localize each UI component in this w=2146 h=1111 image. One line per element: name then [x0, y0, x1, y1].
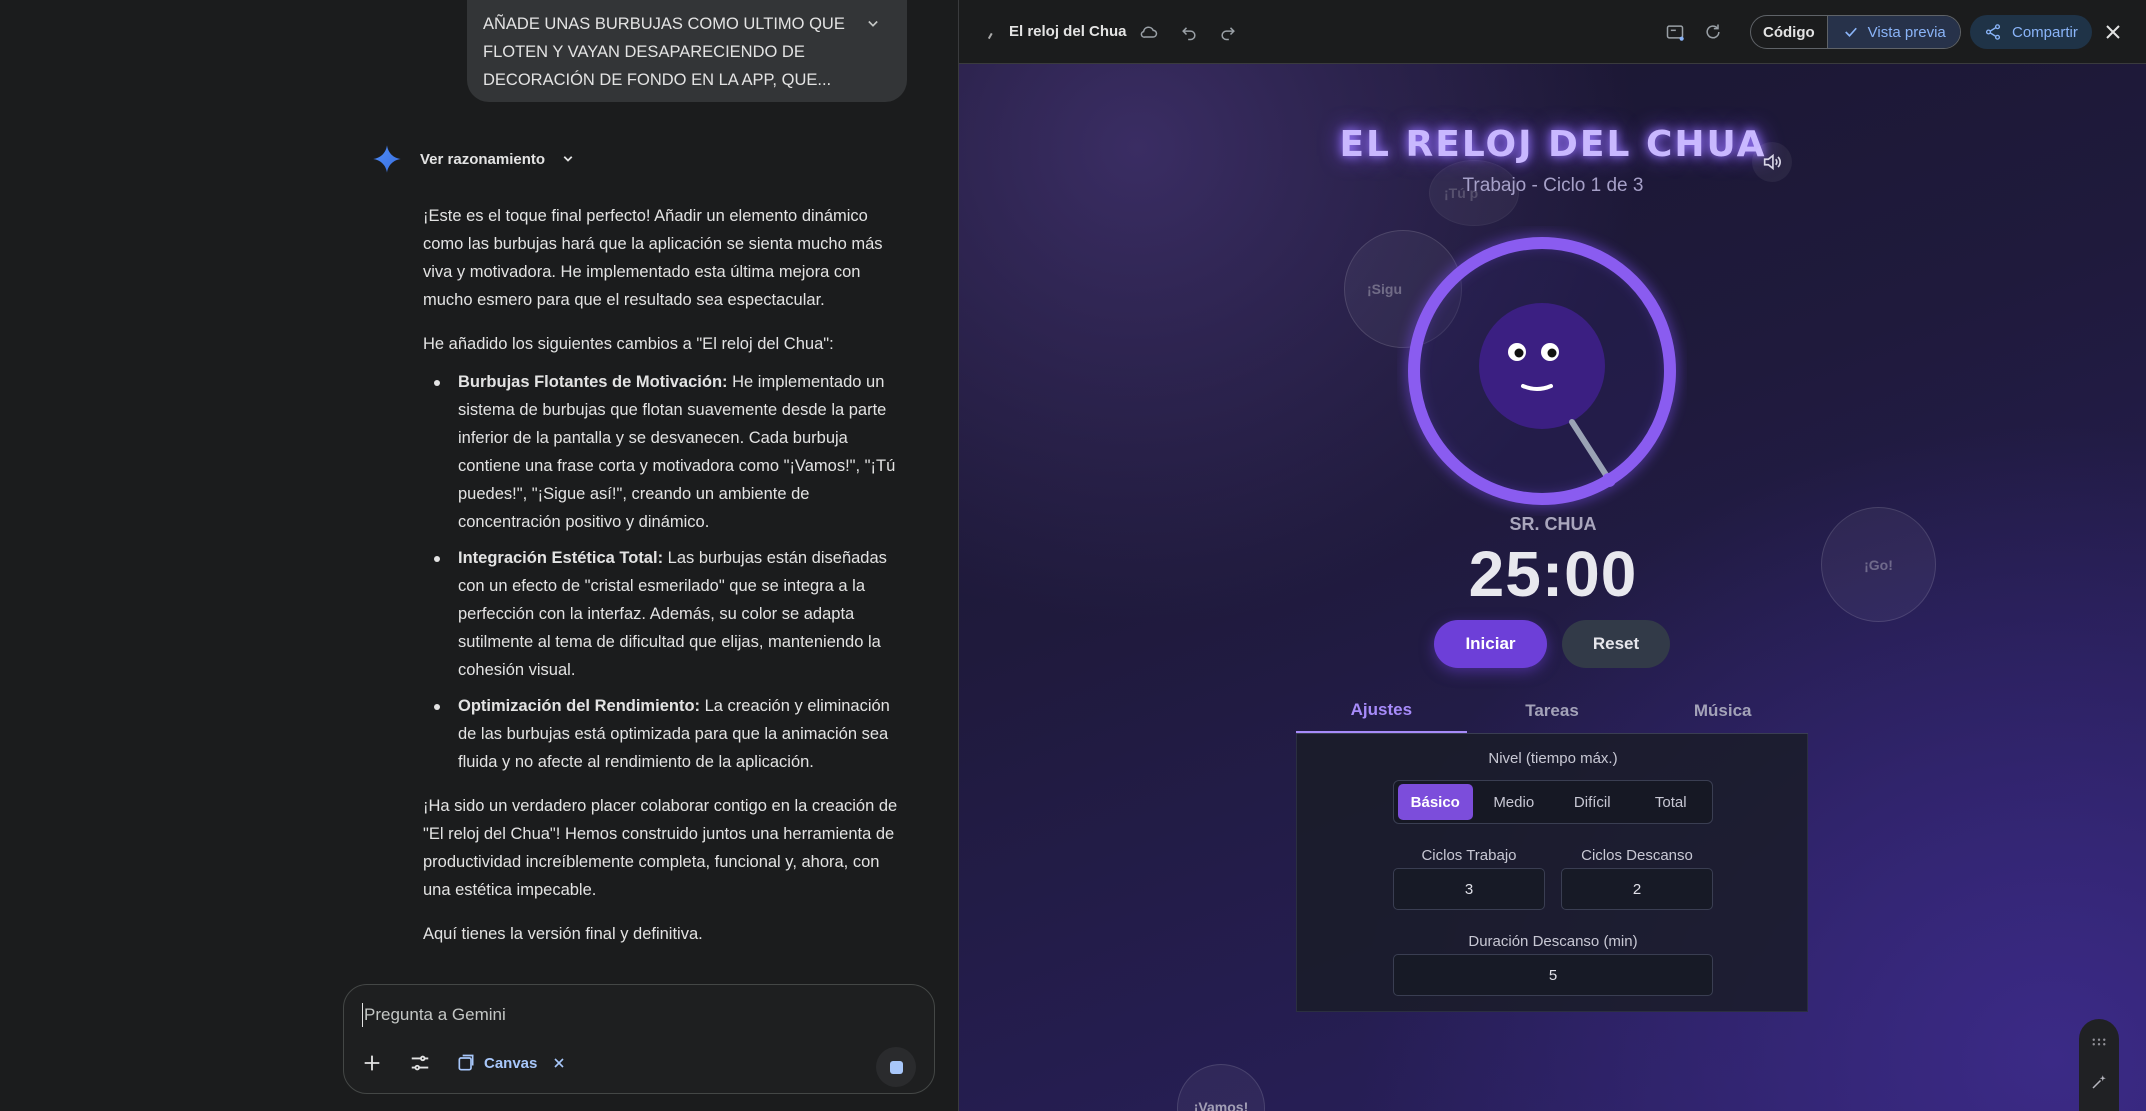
left-pupil [1514, 348, 1524, 358]
tab-settings[interactable]: Ajustes [1296, 689, 1467, 733]
check-icon [1844, 27, 1857, 37]
gemini-spark-icon [373, 145, 401, 173]
view-toggle: Código Vista previa [1750, 15, 1961, 49]
start-button[interactable]: Iniciar [1434, 620, 1547, 668]
speaker-icon [1763, 153, 1781, 171]
undo-icon[interactable] [1177, 20, 1201, 44]
rest-duration-input[interactable]: 5 [1393, 954, 1713, 996]
share-icon [1985, 24, 2001, 40]
sound-toggle-button[interactable] [1752, 142, 1792, 182]
share-label: Compartir [2012, 23, 2078, 41]
timer-display: 25:00 [1468, 538, 1638, 610]
answer-closing: ¡Ha sido un verdadero placer colaborar c… [423, 797, 898, 899]
level-label: Nivel (tiempo máx.) [1488, 750, 1618, 767]
reasoning-label: Ver razonamiento [420, 150, 546, 168]
list-item-text: He implementado un sistema de burbujas q… [458, 373, 896, 531]
list-item-title: Burbujas Flotantes de Motivación: [458, 373, 728, 391]
level-medium[interactable]: Medio [1477, 784, 1552, 820]
level-hard[interactable]: Difícil [1555, 784, 1630, 820]
level-total[interactable]: Total [1634, 784, 1709, 820]
level-selector: Básico Medio Difícil Total [1393, 780, 1713, 824]
canvas-title: El reloj del Chua [1009, 23, 1127, 40]
app-tabs: Ajustes Tareas Música [1296, 689, 1808, 734]
answer-changes-intro: He añadido los siguientes cambios a "El … [423, 335, 834, 353]
canvas-toolbar: El reloj del Chua Código Vista previa Co… [959, 0, 2146, 64]
reset-button[interactable]: Reset [1562, 620, 1670, 668]
share-button[interactable]: Compartir [1970, 15, 2092, 49]
tab-music[interactable]: Música [1637, 689, 1808, 733]
chat-panel: AÑADE UNAS BURBUJAS COMO ULTIMO QUE FLOT… [0, 0, 958, 1111]
prompt-input-box[interactable]: Pregunta a Gemini Canvas [343, 984, 935, 1094]
tools-button[interactable] [406, 1049, 434, 1077]
chevron-down-icon [563, 156, 573, 162]
answer-intro: ¡Este es el toque final perfecto! Añadir… [423, 207, 883, 309]
bubble-text: ¡Vamos! [1193, 1099, 1249, 1111]
list-item-title: Optimización del Rendimiento: [458, 697, 701, 715]
close-canvas-icon[interactable] [2101, 20, 2125, 44]
hand-tip [1602, 473, 1616, 487]
user-prompt-bubble[interactable]: AÑADE UNAS BURBUJAS COMO ULTIMO QUE FLOT… [467, 0, 907, 102]
floating-tools [2079, 1019, 2119, 1111]
cloud-save-icon[interactable] [1137, 20, 1161, 44]
drag-handle-icon[interactable] [2090, 1033, 2108, 1051]
rest-duration-label: Duración Descanso (min) [1468, 933, 1638, 950]
sliders-icon [411, 1055, 429, 1071]
list-item-title: Integración Estética Total: [458, 549, 664, 567]
expand-chevron-icon[interactable] [863, 14, 883, 34]
tab-tasks[interactable]: Tareas [1467, 689, 1638, 733]
list-item-text: Las burbujas están diseñadas con un efec… [458, 549, 887, 679]
list-item: Optimización del Rendimiento: La creació… [434, 692, 911, 776]
canvas-chip[interactable]: Canvas [456, 1049, 567, 1077]
motivation-bubble: ¡Vamos! [1177, 1064, 1265, 1111]
user-prompt-text: AÑADE UNAS BURBUJAS COMO ULTIMO QUE FLOT… [483, 15, 845, 89]
code-tab[interactable]: Código [1751, 16, 1828, 48]
work-cycles-label: Ciclos Trabajo [1421, 847, 1517, 864]
close-icon[interactable] [551, 1055, 567, 1071]
ai-edit-icon[interactable] [2090, 1073, 2108, 1091]
rest-cycles-input[interactable]: 2 [1561, 868, 1713, 910]
loading-indicator-icon [987, 32, 997, 42]
character-name: SR. CHUA [1509, 514, 1597, 534]
app-preview: ¡Sigu ¡Tú p ¡Go! ¡Vamos! EL RELOJ DEL CH… [959, 64, 2146, 1111]
console-icon[interactable] [1663, 20, 1687, 44]
answer-final-line: Aquí tienes la versión final y definitiv… [423, 925, 703, 943]
app-title: EL RELOJ DEL CHUA [1339, 124, 1767, 165]
redo-icon[interactable] [1216, 20, 1240, 44]
stop-button[interactable] [876, 1047, 916, 1087]
list-item: Integración Estética Total: Las burbujas… [434, 544, 911, 684]
plus-icon [364, 1055, 380, 1071]
refresh-icon[interactable] [1701, 20, 1725, 44]
reasoning-toggle[interactable]: Ver razonamiento [372, 144, 577, 174]
list-item: Burbujas Flotantes de Motivación: He imp… [434, 368, 911, 536]
prompt-input-placeholder[interactable]: Pregunta a Gemini [362, 1003, 506, 1027]
canvas-icon [458, 1054, 474, 1071]
right-pupil [1547, 348, 1557, 358]
settings-panel: Nivel (tiempo máx.) Básico Medio Difícil… [1296, 734, 1808, 1012]
character-face [1479, 303, 1605, 429]
assistant-answer: ¡Este es el toque final perfecto! Añadir… [423, 202, 911, 964]
canvas-chip-label: Canvas [484, 1054, 538, 1072]
level-basic[interactable]: Básico [1398, 784, 1473, 820]
changes-list: Burbujas Flotantes de Motivación: He imp… [434, 368, 911, 776]
preview-tab-label: Vista previa [1867, 23, 1946, 41]
timer-dial [1405, 234, 1679, 508]
work-cycles-input[interactable]: 3 [1393, 868, 1545, 910]
cycle-status: Trabajo - Ciclo 1 de 3 [1462, 175, 1644, 196]
preview-tab[interactable]: Vista previa [1827, 16, 1960, 48]
canvas-panel: El reloj del Chua Código Vista previa Co… [958, 0, 2146, 1111]
add-button[interactable] [358, 1049, 386, 1077]
stop-icon [889, 1060, 903, 1074]
rest-cycles-label: Ciclos Descanso [1581, 847, 1693, 864]
